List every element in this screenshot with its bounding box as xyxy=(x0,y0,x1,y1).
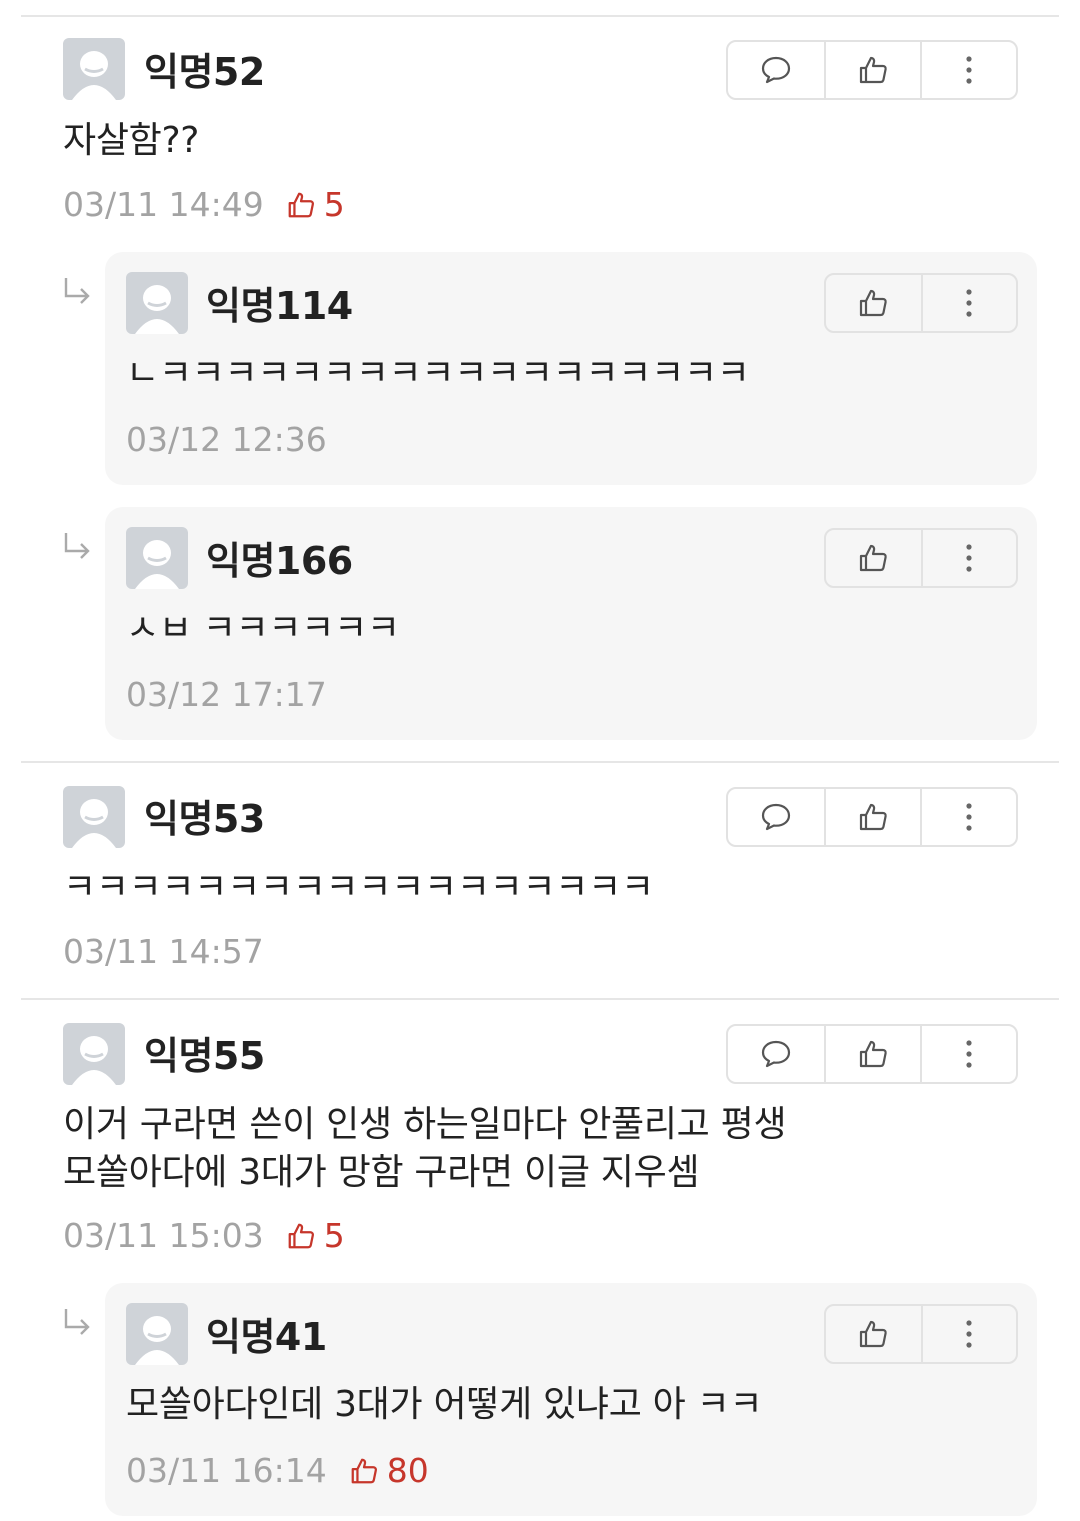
more-vertical-icon xyxy=(966,56,972,84)
thumbs-up-icon xyxy=(288,192,314,217)
reply-text: 모쏠아다인데 3대가 어떻게 있냐고 아 ㅋㅋ xyxy=(126,1384,763,1425)
more-button[interactable] xyxy=(920,42,1016,98)
thumbs-up-icon xyxy=(351,1458,377,1483)
avatar xyxy=(63,786,125,848)
reply-actions xyxy=(824,528,1018,588)
thumbs-up-icon xyxy=(859,803,887,831)
thumbs-up-icon xyxy=(860,289,888,317)
more-vertical-icon xyxy=(966,803,972,831)
avatar xyxy=(63,38,125,100)
reply-text: ㅅㅂ ㅋㅋㅋㅋㅋㅋ xyxy=(126,608,400,649)
avatar xyxy=(63,1023,125,1085)
comment-actions xyxy=(726,40,1018,100)
reply: 익명166 ㅅㅂ ㅋㅋㅋㅋㅋㅋ 03/12 17:17 xyxy=(105,507,1037,740)
comment-meta: 03/11 15:03 5 xyxy=(63,1219,345,1252)
thumbs-up-icon xyxy=(859,1040,887,1068)
reply-actions xyxy=(824,273,1018,333)
reply: 익명114 ㄴㅋㅋㅋㅋㅋㅋㅋㅋㅋㅋㅋㅋㅋㅋㅋㅋㅋㅋ 03/12 12:36 xyxy=(105,252,1037,485)
like-count: 5 xyxy=(286,188,345,221)
reply-author: 익명166 xyxy=(206,539,353,583)
like-count: 5 xyxy=(286,1219,345,1252)
speech-bubble-icon xyxy=(761,803,791,831)
comment-actions xyxy=(726,787,1018,847)
reply: 익명41 모쏠아다인데 3대가 어떻게 있냐고 아 ㅋㅋ 03/11 16:14… xyxy=(105,1283,1037,1516)
divider xyxy=(21,15,1059,17)
thumbs-up-icon xyxy=(860,1320,888,1348)
thumbs-up-icon xyxy=(860,544,888,572)
thumbs-up-icon xyxy=(859,56,887,84)
avatar xyxy=(126,272,188,334)
like-button[interactable] xyxy=(824,1026,920,1082)
reply-button[interactable] xyxy=(728,42,824,98)
more-button[interactable] xyxy=(920,789,1016,845)
thumbs-up-icon xyxy=(288,1223,314,1248)
comment-time: 03/11 15:03 xyxy=(63,1216,264,1255)
more-button[interactable] xyxy=(920,1306,1016,1362)
reply-meta: 03/12 17:17 xyxy=(126,678,327,711)
reply-time: 03/12 12:36 xyxy=(126,420,327,459)
divider xyxy=(21,998,1059,1000)
reply-arrow-icon xyxy=(64,533,90,559)
avatar xyxy=(126,527,188,589)
comment-text: 이거 구라면 쓴이 인생 하는일마다 안풀리고 평생 모쏠아다에 3대가 망함 … xyxy=(63,1104,787,1193)
reply-meta: 03/11 16:14 80 xyxy=(126,1454,429,1487)
avatar xyxy=(126,1303,188,1365)
more-button[interactable] xyxy=(920,1026,1016,1082)
reply-button[interactable] xyxy=(728,1026,824,1082)
speech-bubble-icon xyxy=(761,56,791,84)
like-button[interactable] xyxy=(826,275,921,331)
like-button[interactable] xyxy=(824,42,920,98)
more-vertical-icon xyxy=(966,1040,972,1068)
reply-actions xyxy=(824,1304,1018,1364)
like-count-value: 5 xyxy=(323,1216,345,1255)
reply-text: ㄴㅋㅋㅋㅋㅋㅋㅋㅋㅋㅋㅋㅋㅋㅋㅋㅋㅋㅋ xyxy=(126,353,750,394)
more-vertical-icon xyxy=(966,544,973,572)
more-button[interactable] xyxy=(920,530,1016,586)
comment-time: 03/11 14:57 xyxy=(63,932,264,971)
divider xyxy=(21,761,1059,763)
like-button[interactable] xyxy=(824,789,920,845)
like-button[interactable] xyxy=(826,530,921,586)
comment-author: 익명53 xyxy=(144,797,265,841)
reply-button[interactable] xyxy=(728,789,824,845)
reply-arrow-icon xyxy=(64,278,90,304)
speech-bubble-icon xyxy=(761,1040,791,1068)
more-vertical-icon xyxy=(966,289,973,317)
reply-author: 익명41 xyxy=(206,1315,327,1359)
reply-arrow-icon xyxy=(64,1309,90,1335)
reply-time: 03/11 16:14 xyxy=(126,1451,327,1490)
like-count-value: 5 xyxy=(323,185,345,224)
comment-author: 익명55 xyxy=(144,1034,265,1078)
comment-meta: 03/11 14:57 xyxy=(63,935,264,968)
comment-author: 익명52 xyxy=(144,50,265,94)
comment-text: 자살함?? xyxy=(63,120,200,161)
comment-text: ㅋㅋㅋㅋㅋㅋㅋㅋㅋㅋㅋㅋㅋㅋㅋㅋㅋㅋ xyxy=(63,867,654,908)
more-vertical-icon xyxy=(966,1320,973,1348)
more-button[interactable] xyxy=(920,275,1016,331)
like-count: 80 xyxy=(349,1454,429,1487)
like-count-value: 80 xyxy=(386,1451,429,1490)
reply-meta: 03/12 12:36 xyxy=(126,423,327,456)
like-button[interactable] xyxy=(826,1306,921,1362)
reply-author: 익명114 xyxy=(206,284,353,328)
reply-time: 03/12 17:17 xyxy=(126,675,327,714)
comment-actions xyxy=(726,1024,1018,1084)
comment-time: 03/11 14:49 xyxy=(63,185,264,224)
comment-meta: 03/11 14:49 5 xyxy=(63,188,345,221)
